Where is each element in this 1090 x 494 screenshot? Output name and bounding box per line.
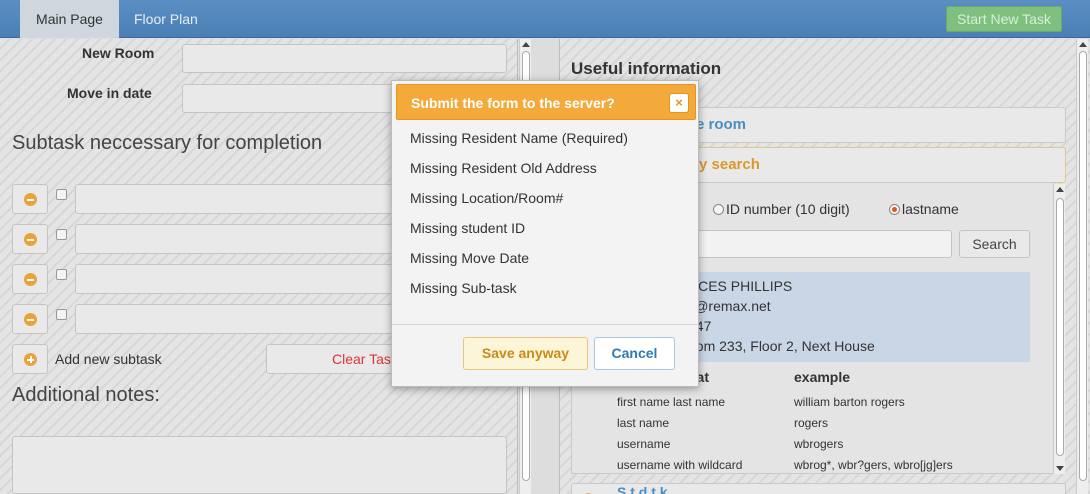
table-cell: wbrogers (794, 437, 844, 451)
scroll-down-icon[interactable] (1056, 466, 1064, 471)
clear-tasks-button[interactable]: Clear Tas (266, 344, 406, 374)
plus-icon (24, 353, 37, 366)
useful-information-title: Useful information (571, 59, 722, 78)
dialog-header: Submit the form to the server? × (396, 84, 696, 120)
remove-subtask-button[interactable] (12, 224, 48, 254)
radio-lastname-label: lastname (902, 201, 959, 217)
submit-confirmation-dialog: Submit the form to the server? × Missing… (391, 80, 699, 387)
subtask-checkbox[interactable] (56, 269, 67, 280)
subtask-checkbox[interactable] (56, 229, 67, 240)
table-header-example: example (794, 369, 851, 385)
scroll-up-icon[interactable] (522, 42, 530, 47)
result-room: oom 233, Floor 2, Next House (688, 338, 875, 354)
validation-message: Missing student ID (410, 220, 526, 236)
subtask-input[interactable] (75, 184, 405, 214)
radio-id-number-label: ID number (10 digit) (726, 201, 850, 217)
new-room-label: New Room (82, 45, 155, 61)
dialog-title: Submit the form to the server? (411, 95, 615, 111)
add-subtask-button[interactable] (12, 344, 48, 374)
result-name: NCES PHILLIPS (688, 278, 793, 294)
minus-icon (24, 233, 37, 246)
subtask-heading: Subtask neccessary for completion (12, 132, 323, 154)
minus-icon (24, 313, 37, 326)
minus-icon (24, 193, 37, 206)
cancel-button[interactable]: Cancel (594, 337, 675, 370)
table-cell: rogers (794, 416, 829, 430)
table-cell: first name last name (617, 395, 726, 409)
validation-message: Missing Sub-task (410, 280, 517, 296)
search-button[interactable]: Search (959, 230, 1030, 258)
scroll-up-icon[interactable] (1056, 187, 1064, 192)
suggested-tasks-accordion[interactable]: S t d t k (571, 483, 1066, 494)
validation-message: Missing Resident Name (Required) (410, 130, 628, 146)
subtask-input[interactable] (75, 264, 405, 294)
scroll-thumb[interactable] (1056, 198, 1064, 456)
directory-scrollbar[interactable] (1053, 184, 1065, 474)
result-email: ll@remax.net (688, 298, 771, 314)
tab-floor-plan[interactable]: Floor Plan (134, 0, 198, 38)
subtask-checkbox[interactable] (56, 189, 67, 200)
validation-message: Missing Location/Room# (410, 190, 564, 206)
start-new-task-button[interactable]: Start New Task (946, 6, 1062, 32)
dialog-divider (392, 324, 698, 325)
additional-notes-heading: Additional notes: (12, 384, 160, 406)
remove-subtask-button[interactable] (12, 184, 48, 214)
close-icon[interactable]: × (669, 93, 689, 113)
top-navbar: Main Page Floor Plan Start New Task (0, 0, 1090, 38)
suggested-tasks-label: S t d t k (617, 484, 668, 494)
radio-id-number[interactable] (713, 204, 724, 215)
subtask-input[interactable] (75, 304, 405, 334)
subtask-input[interactable] (75, 224, 405, 254)
add-subtask-label[interactable]: Add new subtask (55, 351, 162, 367)
tab-main-page[interactable]: Main Page (20, 0, 119, 38)
right-panel-scrollbar[interactable] (1076, 39, 1088, 494)
table-cell: last name (617, 416, 670, 430)
move-in-date-label: Move in date (67, 85, 152, 101)
save-anyway-button[interactable]: Save anyway (463, 337, 588, 370)
new-room-input[interactable] (182, 44, 507, 73)
validation-message: Missing Move Date (410, 250, 530, 266)
table-cell: username (617, 437, 671, 451)
subtask-checkbox[interactable] (56, 309, 67, 320)
table-cell: william barton rogers (794, 395, 905, 409)
table-cell: username with wildcard (617, 458, 743, 472)
scroll-thumb[interactable] (1079, 51, 1087, 481)
radio-lastname[interactable] (889, 204, 900, 215)
remove-subtask-button[interactable] (12, 264, 48, 294)
table-cell: wbrog*, wbr?gers, wbro[jg]ers (794, 458, 953, 472)
directory-search-input[interactable] (672, 230, 952, 258)
remove-subtask-button[interactable] (12, 304, 48, 334)
validation-message: Missing Resident Old Address (410, 160, 597, 176)
additional-notes-textarea[interactable] (12, 436, 507, 494)
minus-icon (24, 273, 37, 286)
scroll-up-icon[interactable] (1079, 42, 1087, 47)
